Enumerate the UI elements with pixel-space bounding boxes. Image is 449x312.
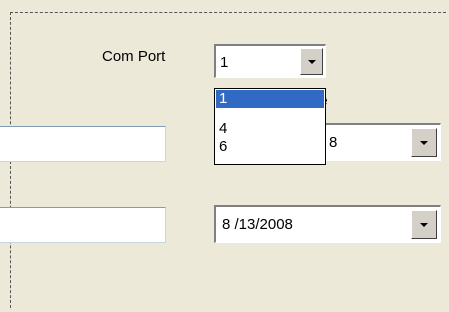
com-port-option-6[interactable]: 6 [216,138,324,156]
chevron-down-icon [308,60,316,64]
chevron-down-icon [420,223,428,227]
date-picker-2[interactable]: 8 /13/2008 [214,205,441,243]
com-port-options-list[interactable]: 1 4 6 [214,88,326,165]
com-port-option-1[interactable]: 1 [216,90,324,108]
com-port-value: 1 [220,54,229,71]
text-field-2[interactable] [0,207,166,243]
com-port-dropdown[interactable]: 1 [214,44,326,78]
text-field-1[interactable] [0,126,166,162]
date-picker-2-value: 8 /13/2008 [222,216,293,233]
com-port-label: Com Port [102,48,166,65]
date-picker-1-value: 8 [329,134,338,151]
com-port-dropdown-button[interactable] [300,48,323,75]
chevron-down-icon [420,141,428,145]
com-port-option-4[interactable]: 4 [216,120,324,138]
date-picker-1-button[interactable] [411,128,437,157]
date-picker-2-button[interactable] [411,210,437,239]
